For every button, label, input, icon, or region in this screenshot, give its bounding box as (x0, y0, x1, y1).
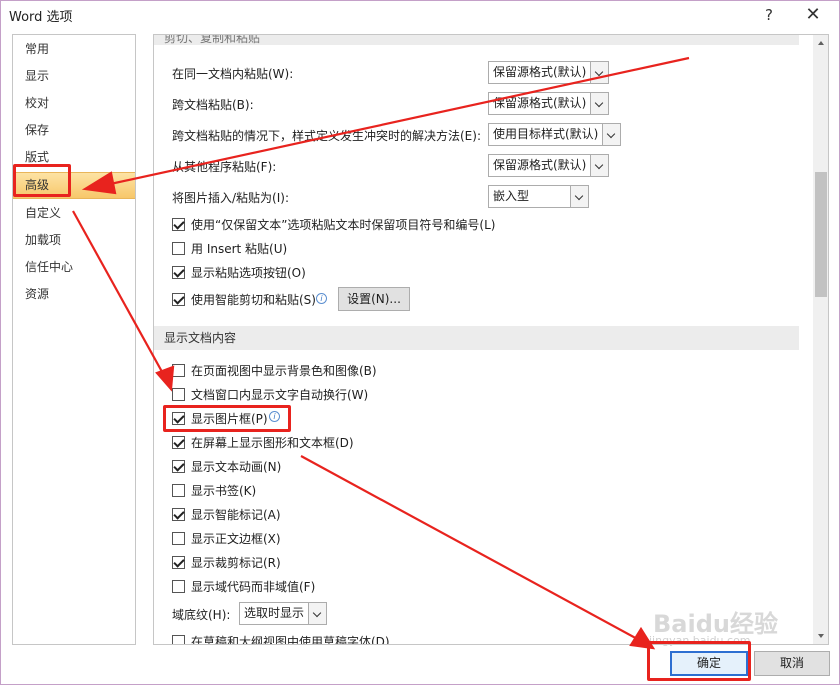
nav-item-proofing[interactable]: 校对 (13, 91, 135, 115)
text-animation-option[interactable]: 显示文本动画(N) (172, 456, 572, 478)
chevron-down-icon (602, 124, 620, 145)
chevron-down-icon (590, 93, 608, 114)
field-shading-value: 选取时显示 (244, 606, 305, 620)
show-bookmarks-option[interactable]: 显示书签(K) (172, 480, 572, 502)
nav-item-trust-center[interactable]: 信任中心 (13, 255, 135, 279)
field-codes-label: 显示域代码而非域值(F) (191, 580, 316, 594)
word-wrap-checkbox[interactable] (172, 388, 185, 401)
smart-tags-label: 显示智能标记(A) (191, 508, 281, 522)
text-boundaries-checkbox[interactable] (172, 532, 185, 545)
insert-picture-value: 嵌入型 (493, 189, 530, 203)
smart-cut-paste-checkbox[interactable] (172, 293, 185, 306)
show-bookmarks-checkbox[interactable] (172, 484, 185, 497)
style-conflict-label: 跨文档粘贴的情况下，样式定义发生冲突时的解决方法(E): (172, 129, 481, 143)
paste-same-doc-dropdown[interactable]: 保留源格式(默认) (488, 61, 609, 84)
crop-marks-checkbox[interactable] (172, 556, 185, 569)
paste-cross-doc-label: 跨文档粘贴(B): (172, 98, 254, 112)
scroll-down-icon[interactable] (813, 627, 828, 644)
insert-paste-checkbox[interactable] (172, 242, 185, 255)
chevron-down-icon (590, 62, 608, 83)
scroll-up-icon[interactable] (813, 35, 828, 52)
nav-item-save[interactable]: 保存 (13, 118, 135, 142)
paste-other-program-dropdown[interactable]: 保留源格式(默认) (488, 154, 609, 177)
paste-cross-doc-value: 保留源格式(默认) (493, 96, 587, 110)
close-button[interactable]: ✕ (793, 3, 833, 27)
style-conflict-dropdown[interactable]: 使用目标样式(默认) (488, 123, 621, 146)
draft-font-label: 在草稿和大纲视图中使用草稿字体(D) (191, 635, 390, 645)
show-drawings-checkbox[interactable] (172, 436, 185, 449)
window-title: Word 选项 (9, 10, 73, 25)
section-header-paste: 剪切、复制和粘贴 (154, 35, 799, 45)
info-icon[interactable]: i (316, 293, 327, 304)
nav-item-customize[interactable]: 自定义 (13, 201, 135, 225)
paste-same-doc-value: 保留源格式(默认) (493, 65, 587, 79)
chevron-down-icon (570, 186, 588, 207)
vertical-scrollbar[interactable] (813, 35, 828, 644)
insert-picture-label: 将图片插入/粘贴为(I): (172, 191, 289, 205)
chevron-down-icon (590, 155, 608, 176)
nav-item-resources[interactable]: 资源 (13, 282, 135, 306)
paste-same-doc-label: 在同一文档内粘贴(W): (172, 67, 294, 81)
nav-item-common[interactable]: 常用 (13, 37, 135, 61)
paste-cross-doc-dropdown[interactable]: 保留源格式(默认) (488, 92, 609, 115)
show-background-option[interactable]: 在页面视图中显示背景色和图像(B) (172, 360, 572, 382)
insert-picture-dropdown[interactable]: 嵌入型 (488, 185, 589, 208)
field-codes-checkbox[interactable] (172, 580, 185, 593)
keep-bullets-option[interactable]: 使用“仅保留文本”选项粘贴文本时保留项目符号和编号(L) (172, 214, 772, 236)
paste-other-program-label: 从其他程序粘贴(F): (172, 160, 277, 174)
insert-paste-label: 用 Insert 粘贴(U) (191, 242, 288, 256)
paste-options-button-label: 显示粘贴选项按钮(O) (191, 266, 306, 280)
scroll-thumb[interactable] (815, 172, 827, 297)
text-animation-checkbox[interactable] (172, 460, 185, 473)
paste-options-button-checkbox[interactable] (172, 266, 185, 279)
nav-item-addins[interactable]: 加载项 (13, 228, 135, 252)
advanced-options-panel: 剪切、复制和粘贴 在同一文档内粘贴(W): 保留源格式(默认) 跨文档粘贴(B)… (153, 34, 829, 645)
word-options-dialog: Word 选项 ? ✕ 常用 显示 校对 保存 版式 高级 自定义 加载项 信任… (0, 0, 840, 685)
draft-font-option[interactable]: 在草稿和大纲视图中使用草稿字体(D) (172, 631, 572, 645)
cancel-button[interactable]: 取消 (754, 651, 830, 676)
style-conflict-value: 使用目标样式(默认) (493, 127, 599, 141)
field-shading-dropdown[interactable]: 选取时显示 (239, 602, 327, 625)
nav-item-display[interactable]: 显示 (13, 64, 135, 88)
word-wrap-label: 文档窗口内显示文字自动换行(W) (191, 388, 369, 402)
show-bookmarks-label: 显示书签(K) (191, 484, 257, 498)
paste-settings-button[interactable]: 设置(N)... (338, 287, 410, 311)
smart-tags-checkbox[interactable] (172, 508, 185, 521)
keep-bullets-label: 使用“仅保留文本”选项粘贴文本时保留项目符号和编号(L) (191, 218, 496, 232)
show-drawings-option[interactable]: 在屏幕上显示图形和文本框(D) (172, 432, 572, 454)
text-boundaries-label: 显示正文边框(X) (191, 532, 281, 546)
text-animation-label: 显示文本动画(N) (191, 460, 282, 474)
show-drawings-label: 在屏幕上显示图形和文本框(D) (191, 436, 354, 450)
annotation-box-picture-placeholders (163, 405, 291, 432)
annotation-box-ok (647, 641, 751, 681)
word-wrap-option[interactable]: 文档窗口内显示文字自动换行(W) (172, 384, 572, 406)
show-background-checkbox[interactable] (172, 364, 185, 377)
show-background-label: 在页面视图中显示背景色和图像(B) (191, 364, 377, 378)
chevron-down-icon (308, 603, 326, 624)
smart-tags-option[interactable]: 显示智能标记(A) (172, 504, 572, 526)
section-header-display: 显示文档内容 (154, 326, 799, 350)
title-bar: Word 选项 ? ✕ (1, 1, 839, 29)
field-codes-option[interactable]: 显示域代码而非域值(F) (172, 576, 572, 598)
insert-paste-option[interactable]: 用 Insert 粘贴(U) (172, 238, 772, 260)
options-nav: 常用 显示 校对 保存 版式 高级 自定义 加载项 信任中心 资源 (12, 34, 136, 645)
paste-options-button-option[interactable]: 显示粘贴选项按钮(O) (172, 262, 772, 284)
text-boundaries-option[interactable]: 显示正文边框(X) (172, 528, 572, 550)
annotation-box-advanced (13, 164, 71, 197)
keep-bullets-checkbox[interactable] (172, 218, 185, 231)
help-button[interactable]: ? (749, 3, 789, 27)
field-shading-label: 域底纹(H): (172, 608, 231, 622)
crop-marks-option[interactable]: 显示裁剪标记(R) (172, 552, 572, 574)
crop-marks-label: 显示裁剪标记(R) (191, 556, 281, 570)
draft-font-checkbox[interactable] (172, 635, 185, 644)
paste-other-program-value: 保留源格式(默认) (493, 158, 587, 172)
smart-cut-paste-label: 使用智能剪切和粘贴(S) (191, 293, 316, 307)
